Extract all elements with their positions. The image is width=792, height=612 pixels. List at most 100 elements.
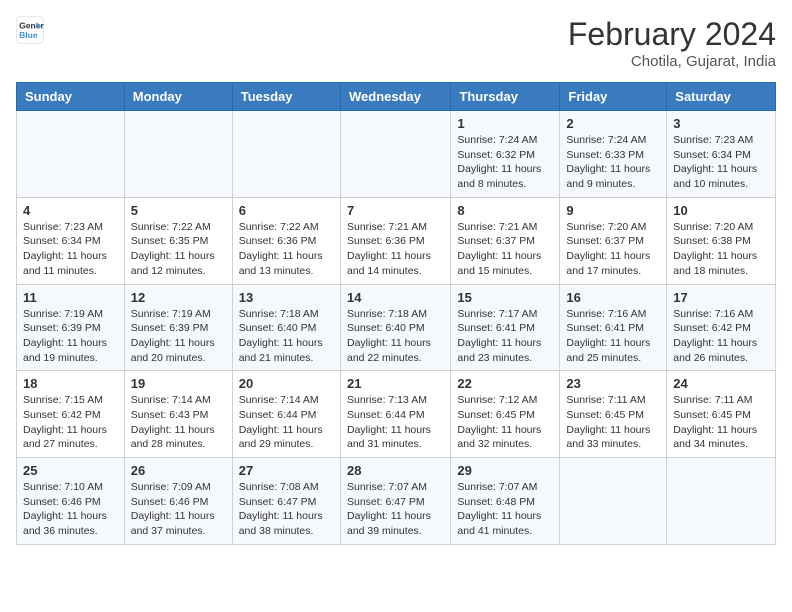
calendar-cell: 21 Sunrise: 7:13 AM Sunset: 6:44 PM Dayli… bbox=[340, 371, 450, 458]
calendar-cell: 18 Sunrise: 7:15 AM Sunset: 6:42 PM Dayli… bbox=[17, 371, 125, 458]
day-number: 4 bbox=[23, 203, 118, 218]
logo: General Blue bbox=[16, 16, 44, 44]
day-number: 21 bbox=[347, 376, 444, 391]
day-info: Sunrise: 7:11 AM Sunset: 6:45 PM Dayligh… bbox=[566, 393, 660, 452]
day-number: 12 bbox=[131, 290, 226, 305]
day-info: Sunrise: 7:10 AM Sunset: 6:46 PM Dayligh… bbox=[23, 480, 118, 539]
day-info: Sunrise: 7:24 AM Sunset: 6:33 PM Dayligh… bbox=[566, 133, 660, 192]
calendar-week-1: 1 Sunrise: 7:24 AM Sunset: 6:32 PM Daylig… bbox=[17, 111, 776, 198]
day-info: Sunrise: 7:07 AM Sunset: 6:48 PM Dayligh… bbox=[457, 480, 553, 539]
calendar-cell bbox=[124, 111, 232, 198]
calendar-cell: 6 Sunrise: 7:22 AM Sunset: 6:36 PM Daylig… bbox=[232, 197, 340, 284]
day-info: Sunrise: 7:07 AM Sunset: 6:47 PM Dayligh… bbox=[347, 480, 444, 539]
calendar-cell: 5 Sunrise: 7:22 AM Sunset: 6:35 PM Daylig… bbox=[124, 197, 232, 284]
page-header: General Blue February 2024 Chotila, Guja… bbox=[16, 16, 776, 70]
day-info: Sunrise: 7:12 AM Sunset: 6:45 PM Dayligh… bbox=[457, 393, 553, 452]
day-info: Sunrise: 7:20 AM Sunset: 6:37 PM Dayligh… bbox=[566, 220, 660, 279]
day-info: Sunrise: 7:13 AM Sunset: 6:44 PM Dayligh… bbox=[347, 393, 444, 452]
day-number: 27 bbox=[239, 463, 334, 478]
calendar-cell: 9 Sunrise: 7:20 AM Sunset: 6:37 PM Daylig… bbox=[560, 197, 667, 284]
calendar-cell: 27 Sunrise: 7:08 AM Sunset: 6:47 PM Dayli… bbox=[232, 458, 340, 545]
day-number: 13 bbox=[239, 290, 334, 305]
day-number: 18 bbox=[23, 376, 118, 391]
day-header-monday: Monday bbox=[124, 83, 232, 111]
day-number: 29 bbox=[457, 463, 553, 478]
calendar-cell: 7Sunrise: 7:21 AM Sunset: 6:36 PM Daylig… bbox=[340, 197, 450, 284]
day-number: 28 bbox=[347, 463, 444, 478]
day-number: 23 bbox=[566, 376, 660, 391]
day-number: 19 bbox=[131, 376, 226, 391]
day-number: 16 bbox=[566, 290, 660, 305]
calendar-cell: 24 Sunrise: 7:11 AM Sunset: 6:45 PM Dayli… bbox=[667, 371, 776, 458]
day-number: 10 bbox=[673, 203, 769, 218]
day-number: 14 bbox=[347, 290, 444, 305]
day-info: Sunrise: 7:24 AM Sunset: 6:32 PM Dayligh… bbox=[457, 133, 553, 192]
day-info: Sunrise: 7:18 AM Sunset: 6:40 PM Dayligh… bbox=[239, 307, 334, 366]
day-number: 3 bbox=[673, 116, 769, 131]
day-info: Sunrise: 7:22 AM Sunset: 6:36 PM Dayligh… bbox=[239, 220, 334, 279]
calendar-cell: 14 Sunrise: 7:18 AM Sunset: 6:40 PM Dayli… bbox=[340, 284, 450, 371]
day-number: 1 bbox=[457, 116, 553, 131]
calendar-cell: 17 Sunrise: 7:16 AM Sunset: 6:42 PM Dayli… bbox=[667, 284, 776, 371]
calendar-cell: 28 Sunrise: 7:07 AM Sunset: 6:47 PM Dayli… bbox=[340, 458, 450, 545]
day-info: Sunrise: 7:18 AM Sunset: 6:40 PM Dayligh… bbox=[347, 307, 444, 366]
day-number: 9 bbox=[566, 203, 660, 218]
day-number: 6 bbox=[239, 203, 334, 218]
day-info: Sunrise: 7:15 AM Sunset: 6:42 PM Dayligh… bbox=[23, 393, 118, 452]
calendar-cell bbox=[667, 458, 776, 545]
day-number: 25 bbox=[23, 463, 118, 478]
calendar-cell: 23 Sunrise: 7:11 AM Sunset: 6:45 PM Dayli… bbox=[560, 371, 667, 458]
day-info: Sunrise: 7:19 AM Sunset: 6:39 PM Dayligh… bbox=[131, 307, 226, 366]
day-info: Sunrise: 7:22 AM Sunset: 6:35 PM Dayligh… bbox=[131, 220, 226, 279]
calendar-cell: 19Sunrise: 7:14 AM Sunset: 6:43 PM Dayli… bbox=[124, 371, 232, 458]
day-number: 22 bbox=[457, 376, 553, 391]
day-header-sunday: Sunday bbox=[17, 83, 125, 111]
day-header-wednesday: Wednesday bbox=[340, 83, 450, 111]
day-info: Sunrise: 7:23 AM Sunset: 6:34 PM Dayligh… bbox=[23, 220, 118, 279]
calendar-cell: 15Sunrise: 7:17 AM Sunset: 6:41 PM Dayli… bbox=[451, 284, 560, 371]
calendar-cell: 25 Sunrise: 7:10 AM Sunset: 6:46 PM Dayli… bbox=[17, 458, 125, 545]
calendar-cell bbox=[340, 111, 450, 198]
calendar-week-2: 4 Sunrise: 7:23 AM Sunset: 6:34 PM Daylig… bbox=[17, 197, 776, 284]
day-info: Sunrise: 7:11 AM Sunset: 6:45 PM Dayligh… bbox=[673, 393, 769, 452]
day-info: Sunrise: 7:14 AM Sunset: 6:44 PM Dayligh… bbox=[239, 393, 334, 452]
day-number: 20 bbox=[239, 376, 334, 391]
calendar-week-4: 18 Sunrise: 7:15 AM Sunset: 6:42 PM Dayli… bbox=[17, 371, 776, 458]
calendar-cell bbox=[17, 111, 125, 198]
calendar-week-3: 11 Sunrise: 7:19 AM Sunset: 6:39 PM Dayli… bbox=[17, 284, 776, 371]
calendar-table: SundayMondayTuesdayWednesdayThursdayFrid… bbox=[16, 82, 776, 545]
calendar-cell: 13 Sunrise: 7:18 AM Sunset: 6:40 PM Dayli… bbox=[232, 284, 340, 371]
day-info: Sunrise: 7:09 AM Sunset: 6:46 PM Dayligh… bbox=[131, 480, 226, 539]
calendar-cell: 4 Sunrise: 7:23 AM Sunset: 6:34 PM Daylig… bbox=[17, 197, 125, 284]
calendar-cell bbox=[232, 111, 340, 198]
day-header-saturday: Saturday bbox=[667, 83, 776, 111]
location-subtitle: Chotila, Gujarat, India bbox=[568, 53, 776, 70]
calendar-cell: 20 Sunrise: 7:14 AM Sunset: 6:44 PM Dayli… bbox=[232, 371, 340, 458]
day-info: Sunrise: 7:23 AM Sunset: 6:34 PM Dayligh… bbox=[673, 133, 769, 192]
day-info: Sunrise: 7:08 AM Sunset: 6:47 PM Dayligh… bbox=[239, 480, 334, 539]
calendar-week-5: 25 Sunrise: 7:10 AM Sunset: 6:46 PM Dayli… bbox=[17, 458, 776, 545]
day-info: Sunrise: 7:21 AM Sunset: 6:36 PM Dayligh… bbox=[347, 220, 444, 279]
month-year-title: February 2024 bbox=[568, 16, 776, 53]
day-info: Sunrise: 7:19 AM Sunset: 6:39 PM Dayligh… bbox=[23, 307, 118, 366]
day-number: 8 bbox=[457, 203, 553, 218]
calendar-cell: 10 Sunrise: 7:20 AM Sunset: 6:38 PM Dayli… bbox=[667, 197, 776, 284]
day-number: 24 bbox=[673, 376, 769, 391]
svg-text:Blue: Blue bbox=[19, 30, 38, 40]
day-info: Sunrise: 7:17 AM Sunset: 6:41 PM Dayligh… bbox=[457, 307, 553, 366]
day-header-thursday: Thursday bbox=[451, 83, 560, 111]
day-number: 17 bbox=[673, 290, 769, 305]
calendar-cell: 11 Sunrise: 7:19 AM Sunset: 6:39 PM Dayli… bbox=[17, 284, 125, 371]
calendar-cell: 2 Sunrise: 7:24 AM Sunset: 6:33 PM Daylig… bbox=[560, 111, 667, 198]
calendar-cell: 12 Sunrise: 7:19 AM Sunset: 6:39 PM Dayli… bbox=[124, 284, 232, 371]
day-number: 11 bbox=[23, 290, 118, 305]
calendar-cell: 29 Sunrise: 7:07 AM Sunset: 6:48 PM Dayli… bbox=[451, 458, 560, 545]
day-number: 5 bbox=[131, 203, 226, 218]
day-info: Sunrise: 7:20 AM Sunset: 6:38 PM Dayligh… bbox=[673, 220, 769, 279]
day-header-tuesday: Tuesday bbox=[232, 83, 340, 111]
day-number: 2 bbox=[566, 116, 660, 131]
calendar-cell: 26Sunrise: 7:09 AM Sunset: 6:46 PM Dayli… bbox=[124, 458, 232, 545]
calendar-cell bbox=[560, 458, 667, 545]
calendar-cell: 3 Sunrise: 7:23 AM Sunset: 6:34 PM Daylig… bbox=[667, 111, 776, 198]
day-info: Sunrise: 7:16 AM Sunset: 6:42 PM Dayligh… bbox=[673, 307, 769, 366]
